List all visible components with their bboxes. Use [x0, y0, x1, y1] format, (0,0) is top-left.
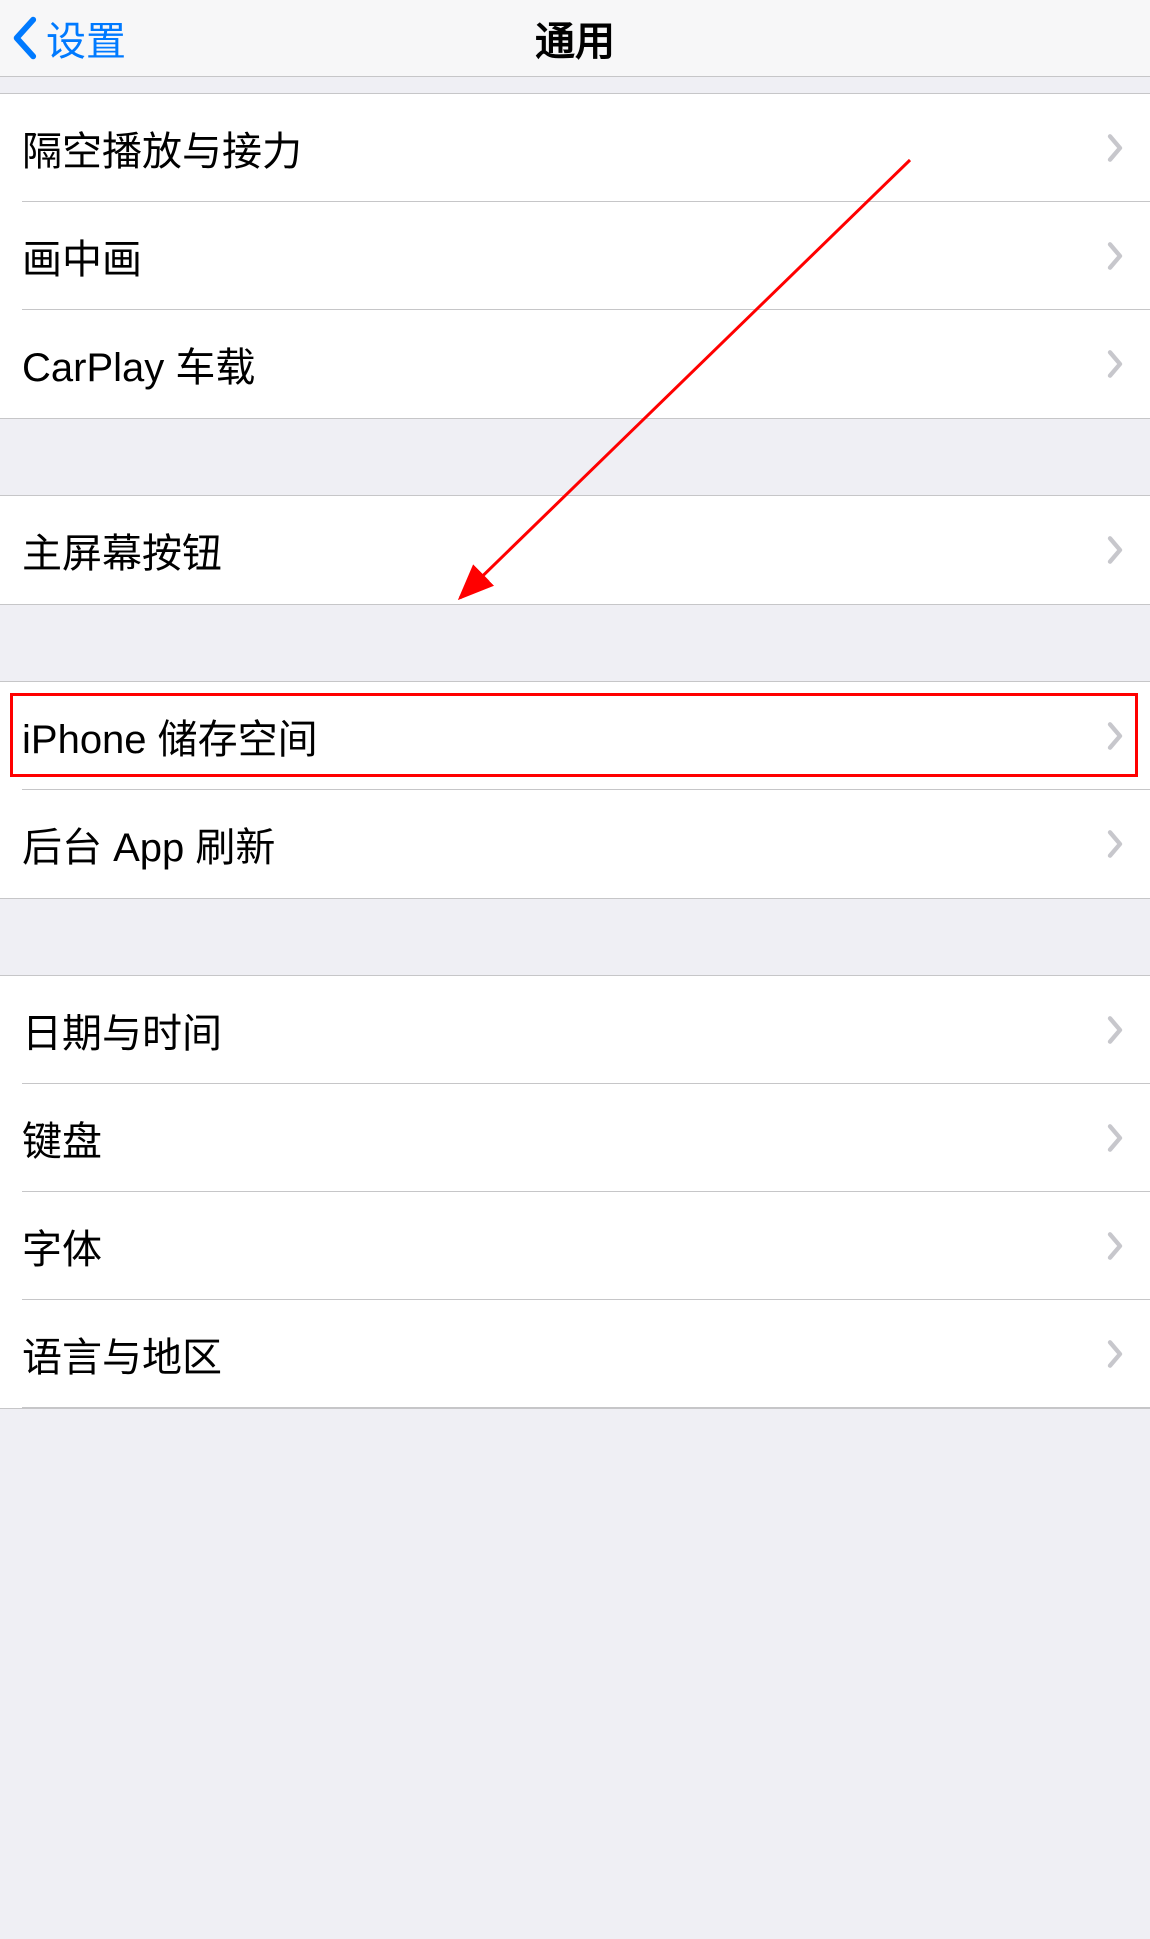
cell-label: 语言与地区	[22, 1325, 1106, 1383]
group-spacer	[0, 605, 1150, 681]
cell-label: CarPlay 车载	[22, 335, 1106, 393]
chevron-right-icon	[1106, 133, 1124, 163]
nav-bar: 设置 通用	[0, 0, 1150, 77]
cell-label: 隔空播放与接力	[22, 119, 1106, 177]
cell-language-region[interactable]: 语言与地区	[0, 1300, 1150, 1408]
cell-label: 主屏幕按钮	[22, 521, 1106, 579]
cell-label: 字体	[22, 1217, 1106, 1275]
cell-background-app-refresh[interactable]: 后台 App 刷新	[0, 790, 1150, 898]
chevron-right-icon	[1106, 1015, 1124, 1045]
cell-airplay-handoff[interactable]: 隔空播放与接力	[0, 94, 1150, 202]
cell-label: 键盘	[22, 1109, 1106, 1167]
cell-carplay[interactable]: CarPlay 车载	[0, 310, 1150, 418]
chevron-right-icon	[1106, 1231, 1124, 1261]
cell-label: 后台 App 刷新	[22, 815, 1106, 873]
divider	[22, 1407, 1150, 1408]
chevron-right-icon	[1106, 721, 1124, 751]
group-spacer	[0, 77, 1150, 93]
cell-picture-in-picture[interactable]: 画中画	[0, 202, 1150, 310]
cell-label: 画中画	[22, 227, 1106, 285]
back-button[interactable]: 设置	[0, 9, 126, 67]
page-title: 通用	[535, 9, 615, 67]
cell-label: iPhone 储存空间	[22, 707, 1106, 765]
cell-keyboard[interactable]: 键盘	[0, 1084, 1150, 1192]
cell-iphone-storage[interactable]: iPhone 储存空间	[0, 682, 1150, 790]
chevron-right-icon	[1106, 349, 1124, 379]
group-spacer	[0, 419, 1150, 495]
cell-date-time[interactable]: 日期与时间	[0, 976, 1150, 1084]
settings-group: iPhone 储存空间 后台 App 刷新	[0, 681, 1150, 899]
cell-label: 日期与时间	[22, 1001, 1106, 1059]
chevron-right-icon	[1106, 241, 1124, 271]
chevron-right-icon	[1106, 1123, 1124, 1153]
chevron-left-icon	[10, 16, 38, 60]
chevron-right-icon	[1106, 535, 1124, 565]
back-label: 设置	[46, 9, 126, 67]
cell-fonts[interactable]: 字体	[0, 1192, 1150, 1300]
group-spacer	[0, 899, 1150, 975]
settings-group: 日期与时间 键盘 字体 语言与地区	[0, 975, 1150, 1409]
settings-group: 主屏幕按钮	[0, 495, 1150, 605]
cell-home-button[interactable]: 主屏幕按钮	[0, 496, 1150, 604]
chevron-right-icon	[1106, 1339, 1124, 1369]
settings-group: 隔空播放与接力 画中画 CarPlay 车载	[0, 93, 1150, 419]
chevron-right-icon	[1106, 829, 1124, 859]
